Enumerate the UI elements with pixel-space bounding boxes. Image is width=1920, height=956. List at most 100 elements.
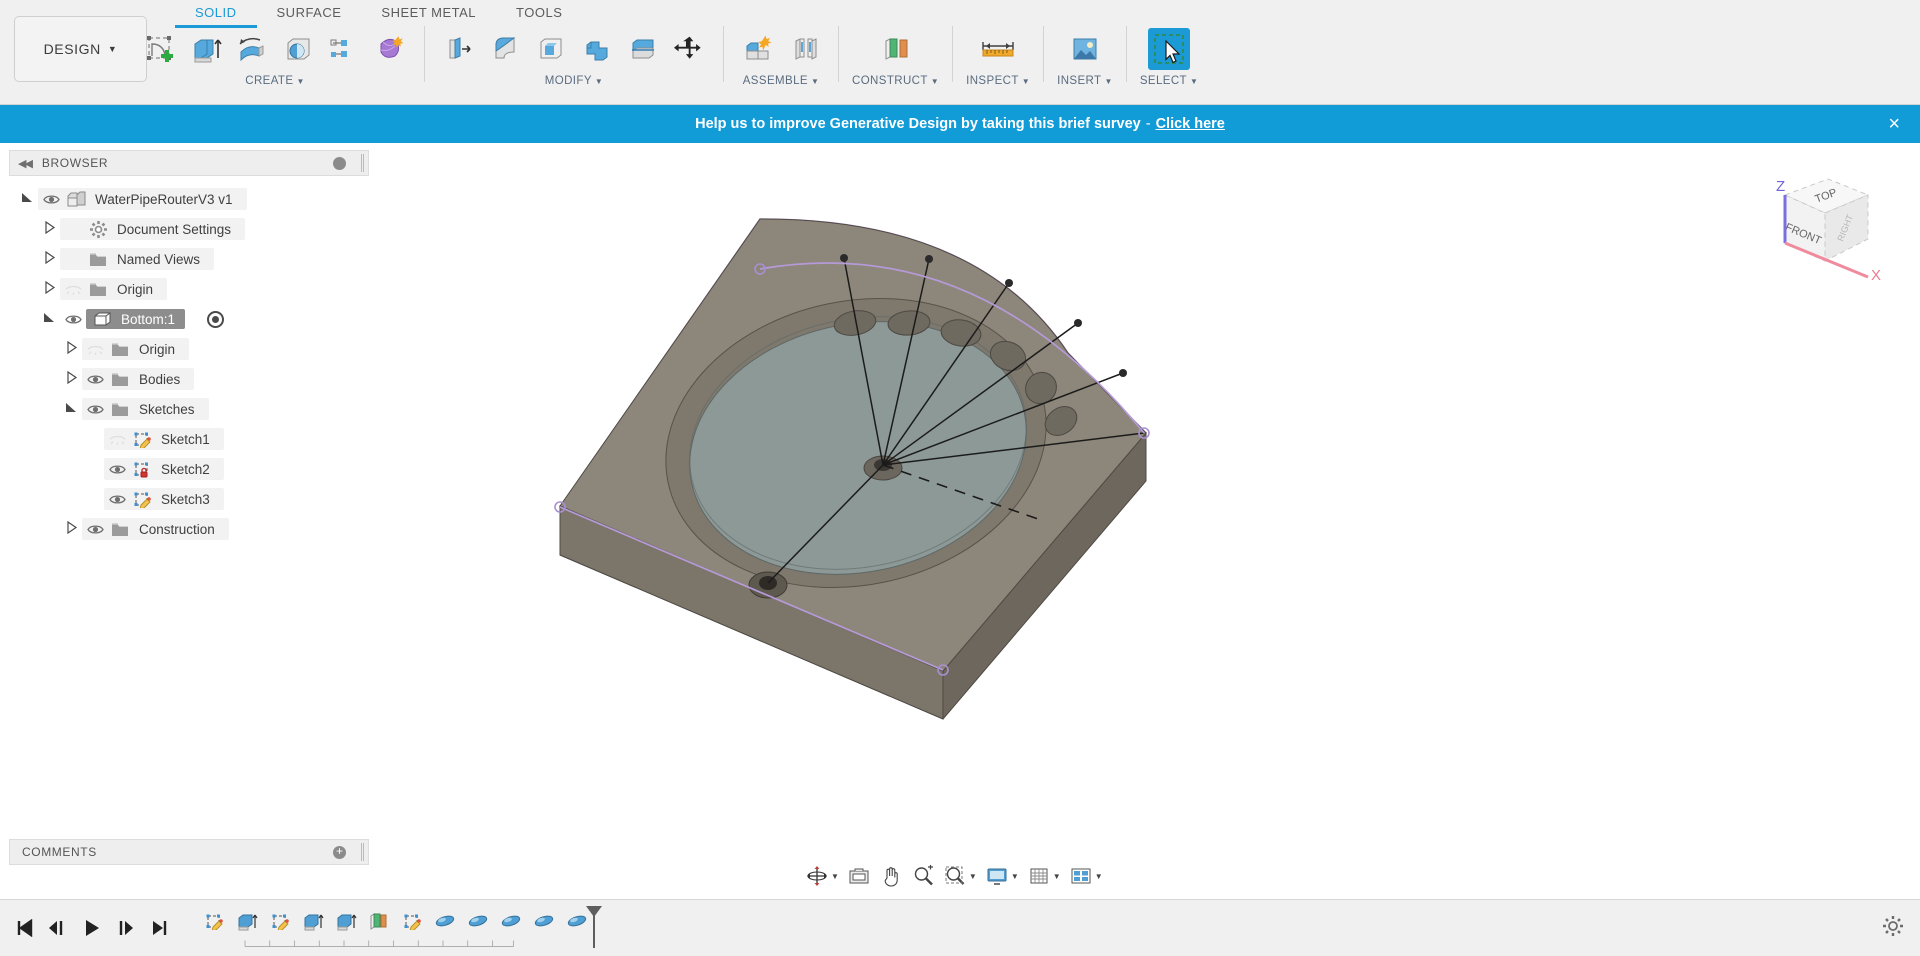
tree-item-sketch3[interactable]: Sketch3: [0, 484, 378, 514]
grid-snaps-icon[interactable]: [1024, 861, 1054, 891]
cad-model[interactable]: [378, 143, 1920, 899]
tree-item-named-views[interactable]: Named Views: [0, 244, 378, 274]
ribbon-group-assemble-label[interactable]: ASSEMBLE ▼: [743, 75, 820, 87]
tree-item-sketch2[interactable]: Sketch2: [0, 454, 378, 484]
joint-icon[interactable]: [783, 28, 825, 70]
timeline-feature-fillet[interactable]: [431, 906, 459, 936]
zoom-icon[interactable]: [908, 861, 938, 891]
timeline-feature-sketch-pencil[interactable]: [266, 906, 294, 936]
skip-to-start-icon[interactable]: [12, 915, 36, 941]
press-pull-icon[interactable]: [438, 28, 480, 70]
play-icon[interactable]: [80, 915, 104, 941]
tree-item-waterpiperouterv3-v1[interactable]: WaterPipeRouterV3 v1: [0, 184, 378, 214]
close-icon[interactable]: ×: [1888, 114, 1900, 134]
offset-plane-icon[interactable]: [875, 28, 917, 70]
chevron-down-icon[interactable]: ▼: [831, 872, 839, 881]
step-back-icon[interactable]: [46, 915, 70, 941]
move-copy-icon[interactable]: [668, 28, 710, 70]
collapse-arrow-icon[interactable]: [60, 520, 82, 537]
browser-collapse-dot[interactable]: [333, 156, 346, 170]
tree-item-sketches[interactable]: Sketches: [0, 394, 378, 424]
ribbon-group-select-label[interactable]: SELECT ▼: [1140, 75, 1198, 87]
timeline-feature-extrude[interactable]: [332, 906, 360, 936]
tree-item-bodies[interactable]: Bodies: [0, 364, 378, 394]
view-cube[interactable]: TOP FRONT RIGHT Z X: [1740, 165, 1890, 285]
step-forward-icon[interactable]: [114, 915, 138, 941]
form-icon[interactable]: [369, 28, 411, 70]
comments-panel[interactable]: COMMENTS +: [9, 839, 369, 865]
timeline-feature-offset-plane[interactable]: [365, 906, 393, 936]
viewports-icon[interactable]: [1066, 861, 1096, 891]
workspace-switcher[interactable]: DESIGN ▼: [14, 16, 147, 82]
timeline-feature-fillet[interactable]: [497, 906, 525, 936]
activate-component-radio[interactable]: [207, 310, 225, 328]
timeline-feature-extrude[interactable]: [299, 906, 327, 936]
shell-icon[interactable]: [530, 28, 572, 70]
ribbon-group-create-label[interactable]: CREATE ▼: [245, 75, 305, 87]
visibility-eye-icon[interactable]: [104, 463, 130, 476]
gear-icon[interactable]: [1882, 915, 1904, 942]
create-sketch-icon[interactable]: [139, 28, 181, 70]
chevron-down-icon[interactable]: ▼: [1095, 872, 1103, 881]
look-at-icon[interactable]: [844, 861, 874, 891]
tree-item-origin[interactable]: Origin: [0, 274, 378, 304]
pan-hand-icon[interactable]: [876, 861, 906, 891]
chevron-down-icon[interactable]: ▼: [1053, 872, 1061, 881]
tree-item-bottom-1[interactable]: Bottom:1: [0, 304, 378, 334]
timeline-feature-fillet[interactable]: [530, 906, 558, 936]
fillet-icon[interactable]: [484, 28, 526, 70]
ribbon-group-insert-label[interactable]: INSERT ▼: [1057, 75, 1113, 87]
collapse-arrow-icon[interactable]: [60, 370, 82, 387]
combine-icon[interactable]: [576, 28, 618, 70]
visibility-eye-icon[interactable]: [82, 403, 108, 416]
visibility-eye-icon[interactable]: [60, 313, 86, 326]
plus-circle-icon[interactable]: +: [333, 845, 346, 859]
3d-viewport[interactable]: TOP FRONT RIGHT Z X: [378, 143, 1920, 899]
end-of-timeline-marker[interactable]: [583, 904, 605, 950]
visibility-eye-icon[interactable]: [82, 373, 108, 386]
hole-icon[interactable]: [277, 28, 319, 70]
ribbon-group-modify-label[interactable]: MODIFY ▼: [545, 75, 603, 87]
zoom-window-icon[interactable]: [940, 861, 970, 891]
chevron-down-icon[interactable]: ▼: [1011, 872, 1019, 881]
orbit-icon[interactable]: [802, 861, 832, 891]
rib-pattern-icon[interactable]: [323, 28, 365, 70]
tree-item-document-settings[interactable]: Document Settings: [0, 214, 378, 244]
visibility-eye-icon[interactable]: [38, 193, 64, 206]
collapse-arrow-icon[interactable]: [38, 220, 60, 237]
tree-item-construction[interactable]: Construction: [0, 514, 378, 544]
measure-icon[interactable]: [977, 28, 1019, 70]
collapse-arrow-icon[interactable]: [60, 340, 82, 357]
timeline-feature-fillet[interactable]: [464, 906, 492, 936]
visibility-eye-off-icon[interactable]: [82, 343, 108, 356]
revolve-icon[interactable]: [231, 28, 273, 70]
select-cursor-icon[interactable]: [1148, 28, 1191, 70]
expand-arrow-icon[interactable]: [60, 401, 82, 417]
timeline-feature-sketch-pencil[interactable]: [398, 906, 426, 936]
banner-link[interactable]: Click here: [1156, 116, 1225, 132]
visibility-eye-off-icon[interactable]: [104, 433, 130, 446]
collapse-arrow-icon[interactable]: [38, 250, 60, 267]
comments-resize-grip[interactable]: [361, 843, 364, 861]
tree-item-sketch1[interactable]: Sketch1: [0, 424, 378, 454]
visibility-eye-icon[interactable]: [104, 493, 130, 506]
timeline-feature-sketch-pencil[interactable]: [200, 906, 228, 936]
visibility-eye-icon[interactable]: [82, 523, 108, 536]
split-face-icon[interactable]: [622, 28, 664, 70]
display-settings-icon[interactable]: [982, 861, 1012, 891]
insert-image-icon[interactable]: [1064, 28, 1106, 70]
tree-item-origin[interactable]: Origin: [0, 334, 378, 364]
skip-to-end-icon[interactable]: [148, 915, 172, 941]
timeline-track[interactable]: [200, 904, 602, 952]
collapse-arrow-icon[interactable]: [38, 280, 60, 297]
double-left-chevron-icon[interactable]: ◀◀: [18, 157, 33, 170]
ribbon-group-construct-label[interactable]: CONSTRUCT ▼: [852, 75, 939, 87]
new-component-icon[interactable]: [737, 28, 779, 70]
expand-arrow-icon[interactable]: [16, 191, 38, 207]
visibility-eye-off-icon[interactable]: [60, 283, 86, 296]
ribbon-group-inspect-label[interactable]: INSPECT ▼: [966, 75, 1030, 87]
chevron-down-icon[interactable]: ▼: [969, 872, 977, 881]
timeline-feature-extrude[interactable]: [233, 906, 261, 936]
browser-resize-grip[interactable]: [361, 154, 364, 172]
extrude-icon[interactable]: [185, 28, 227, 70]
